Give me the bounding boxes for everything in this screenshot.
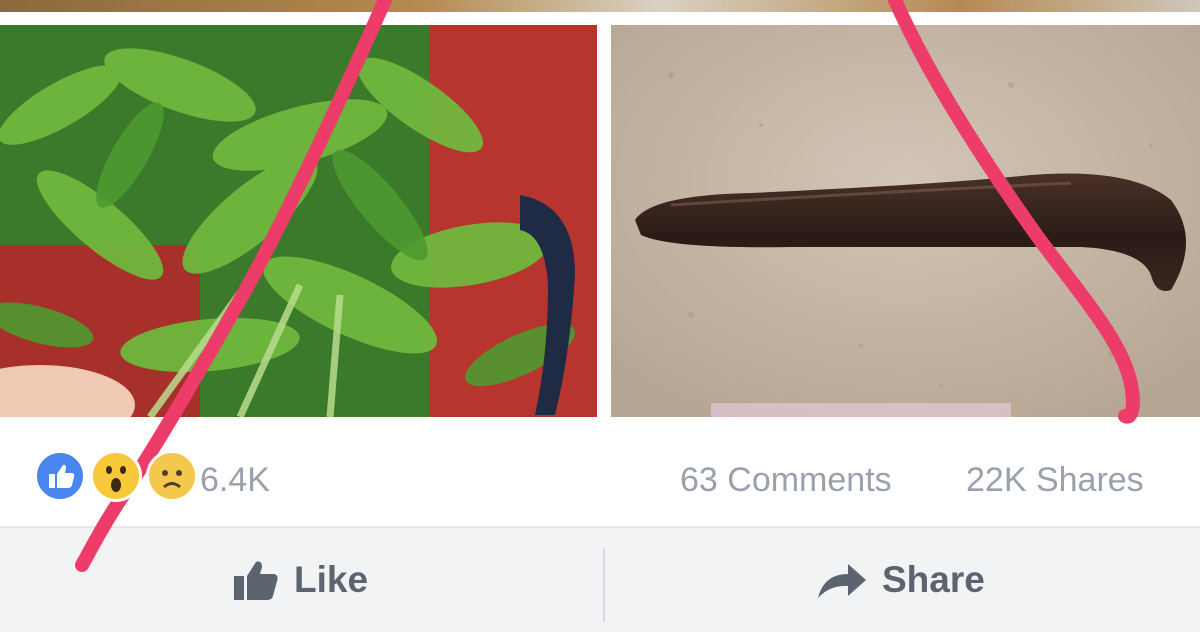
like-button-label: Like: [294, 559, 369, 600]
previous-post-image-strip: [0, 0, 1200, 12]
like-button[interactable]: Like: [232, 528, 368, 632]
reaction-count[interactable]: 6.4K: [200, 461, 270, 500]
share-arrow-icon: [818, 564, 866, 598]
share-button-label: Share: [882, 559, 985, 600]
shares-count[interactable]: 22K Shares: [966, 461, 1144, 500]
like-icon: [34, 450, 86, 502]
post-photo-leech[interactable]: [611, 25, 1200, 417]
post-photo-greens[interactable]: [0, 25, 597, 417]
sad-icon: [146, 450, 198, 502]
post-action-bar: Like Share: [0, 526, 1200, 632]
share-button[interactable]: Share: [816, 528, 985, 632]
reactions-summary[interactable]: [34, 450, 198, 506]
wow-icon: [90, 450, 142, 502]
action-divider: [603, 548, 605, 622]
post-stats-row: 6.4K 63 Comments 22K Shares: [0, 430, 1200, 525]
comments-count[interactable]: 63 Comments: [680, 461, 892, 500]
thumbs-up-icon: [234, 561, 278, 600]
leech-image: [611, 25, 1200, 417]
greens-image: [0, 25, 597, 417]
